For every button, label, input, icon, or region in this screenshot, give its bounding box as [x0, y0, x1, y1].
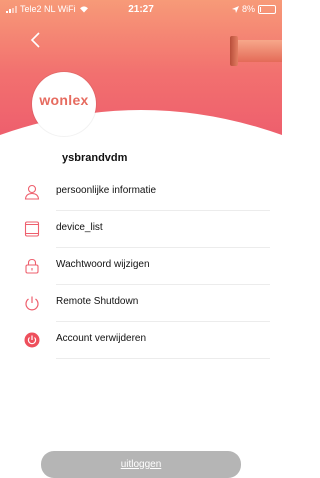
menu-item-personal-info[interactable]: persoonlijke informatie [0, 174, 282, 211]
tablet-icon [24, 221, 40, 237]
status-bar: Tele2 NL WiFi 21:27 8% [0, 0, 282, 20]
lock-icon [25, 258, 39, 274]
chevron-left-icon[interactable] [26, 30, 46, 50]
menu-item-remote-shutdown[interactable]: Remote Shutdown [0, 285, 282, 322]
decorative-shape [230, 36, 282, 66]
location-icon [231, 5, 239, 13]
menu-item-label: Remote Shutdown [56, 296, 139, 307]
menu-item-change-password[interactable]: Wachtwoord wijzigen [0, 248, 282, 285]
menu-item-label: Wachtwoord wijzigen [56, 259, 150, 270]
battery-icon [258, 4, 276, 14]
battery-percent: 8% [241, 4, 255, 14]
username: ysbrandvdm [62, 152, 128, 164]
menu-item-delete-account[interactable]: Account verwijderen [0, 322, 282, 359]
logo: wonlex [39, 92, 89, 108]
settings-menu: persoonlijke informatie device_list Wach… [0, 174, 282, 359]
power-filled-icon [24, 332, 40, 348]
power-icon [25, 296, 39, 311]
menu-item-label: device_list [56, 222, 103, 233]
menu-item-label: persoonlijke informatie [56, 185, 157, 196]
divider [56, 358, 270, 359]
menu-item-device-list[interactable]: device_list [0, 211, 282, 248]
battery-fill [260, 6, 261, 12]
person-icon [24, 184, 40, 200]
menu-item-label: Account verwijderen [56, 333, 147, 344]
avatar[interactable]: wonlex [32, 72, 96, 136]
logout-button[interactable]: uitloggen [41, 451, 241, 478]
